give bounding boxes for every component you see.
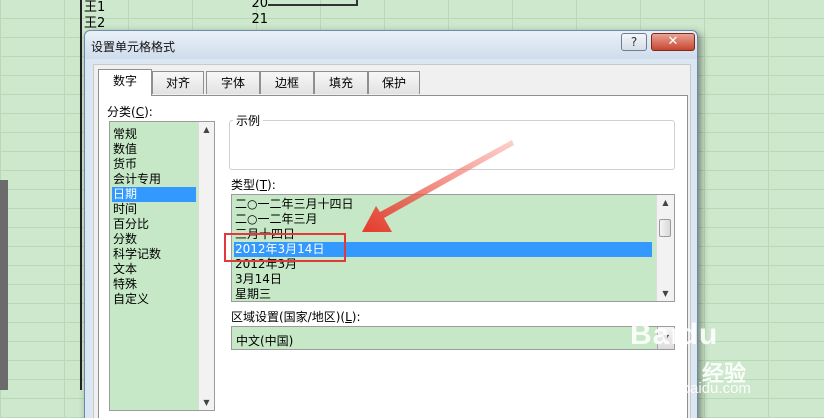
watermark-brand: Baidu: [630, 318, 719, 351]
watermark-url: jingyan.baidu.com: [630, 380, 751, 397]
tab-number[interactable]: 数字: [98, 69, 152, 96]
baidu-watermark: Baidu 经验 jingyan.baidu.com: [630, 318, 820, 413]
